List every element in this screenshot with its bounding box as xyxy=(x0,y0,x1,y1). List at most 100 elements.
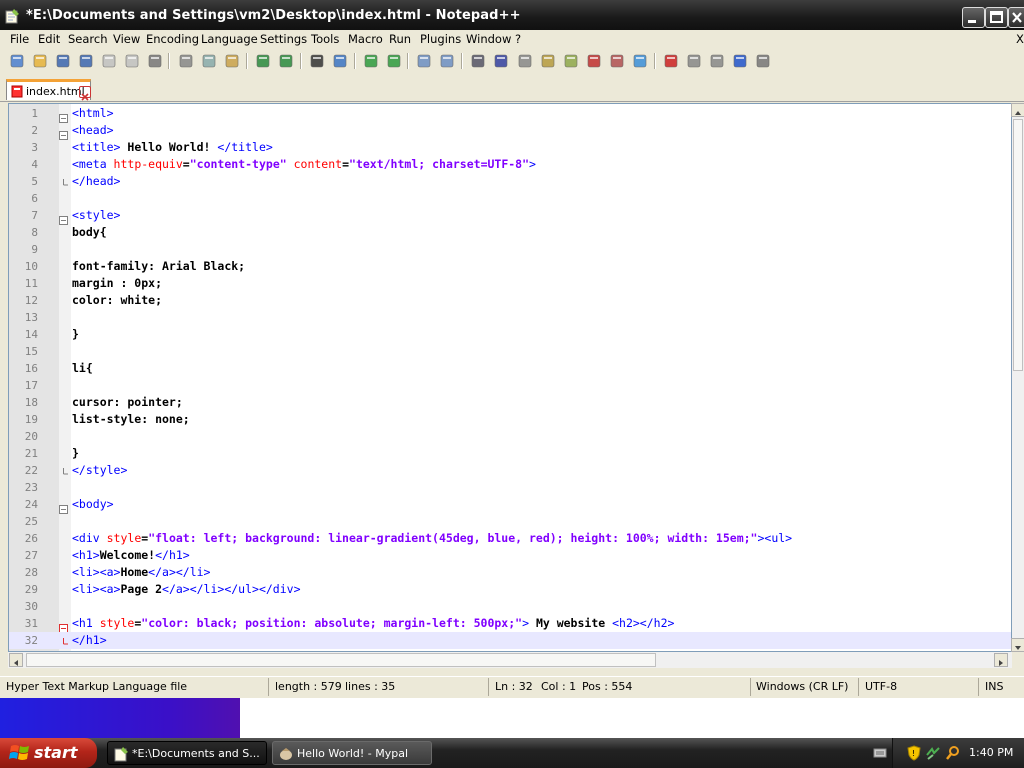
code-line[interactable]: 31 <h1 style="color: black; position: abs… xyxy=(9,615,1011,633)
code-line[interactable]: 25 xyxy=(9,513,1011,530)
maximize-button[interactable] xyxy=(985,7,1008,28)
code-line[interactable]: 16 li{ xyxy=(9,360,1011,377)
menu-file[interactable]: File xyxy=(10,32,29,46)
tab-index-html[interactable]: index.html xyxy=(6,79,91,101)
paste-icon[interactable] xyxy=(223,52,241,70)
stop-record-icon[interactable] xyxy=(685,52,703,70)
open-file-icon[interactable] xyxy=(31,52,49,70)
menu-close-document[interactable]: X xyxy=(1016,32,1024,46)
code-line[interactable]: 29 <li><a>Page 2</a></li></ul></div> xyxy=(9,581,1011,598)
indent-guide-icon[interactable] xyxy=(516,52,534,70)
code-line[interactable]: 26 <div style="float: left; background: l… xyxy=(9,530,1011,547)
code-line[interactable]: 12 color: white; xyxy=(9,292,1011,309)
keyboard-icon[interactable] xyxy=(873,747,887,759)
horizontal-scrollbar[interactable] xyxy=(8,652,1012,668)
menu-help[interactable]: ? xyxy=(515,32,521,46)
menu-encoding[interactable]: Encoding xyxy=(146,32,199,46)
title-bar[interactable]: *E:\Documents and Settings\vm2\Desktop\i… xyxy=(0,0,1024,32)
zoom-out-icon[interactable] xyxy=(385,52,403,70)
code-line[interactable]: 6 xyxy=(9,190,1011,207)
network-icon[interactable] xyxy=(925,745,941,761)
code-line[interactable]: 4 <meta http-equiv="content-type" content… xyxy=(9,156,1011,173)
menu-search[interactable]: Search xyxy=(68,32,108,46)
code-line[interactable]: 19 list-style: none; xyxy=(9,411,1011,428)
copy-icon[interactable] xyxy=(200,52,218,70)
code-line[interactable]: 28 <li><a>Home</a></li> xyxy=(9,564,1011,581)
code-line[interactable]: 3 <title> Hello World! </title> xyxy=(9,139,1011,156)
code-line[interactable]: 30 xyxy=(9,598,1011,615)
save-all-icon[interactable] xyxy=(77,52,95,70)
sync-v-icon[interactable] xyxy=(415,52,433,70)
minimize-button[interactable] xyxy=(962,7,985,28)
code-line[interactable]: 22 </style> xyxy=(9,462,1011,479)
code-line[interactable]: 24 <body> xyxy=(9,496,1011,514)
save-macro-icon[interactable] xyxy=(754,52,772,70)
find-icon[interactable] xyxy=(308,52,326,70)
vertical-scrollbar[interactable] xyxy=(1011,103,1024,652)
print-icon[interactable] xyxy=(146,52,164,70)
fold-toggle-icon[interactable] xyxy=(59,108,68,123)
function-list-icon[interactable] xyxy=(585,52,603,70)
code-line[interactable]: 27 <h1>Welcome!</h1> xyxy=(9,547,1011,564)
monitoring-icon[interactable] xyxy=(631,52,649,70)
close-window-button[interactable] xyxy=(1008,7,1024,28)
code-line[interactable]: 9 xyxy=(9,241,1011,258)
scroll-left-icon[interactable] xyxy=(9,653,23,667)
close-icon[interactable] xyxy=(100,52,118,70)
code-line[interactable]: 18 cursor: pointer; xyxy=(9,394,1011,411)
word-wrap-icon[interactable] xyxy=(469,52,487,70)
code-line[interactable]: 11 margin : 0px; xyxy=(9,275,1011,292)
menu-tools[interactable]: Tools xyxy=(311,32,339,46)
menu-settings[interactable]: Settings xyxy=(260,32,307,46)
code-line[interactable]: 10 font-family: Arial Black; xyxy=(9,258,1011,275)
new-file-icon[interactable] xyxy=(8,52,26,70)
scroll-right-icon[interactable] xyxy=(994,653,1008,667)
run-macro-multiple-icon[interactable] xyxy=(731,52,749,70)
save-icon[interactable] xyxy=(54,52,72,70)
menu-language[interactable]: Language xyxy=(201,32,258,46)
code-line[interactable]: 2 <head> xyxy=(9,122,1011,140)
code-line[interactable]: 14} xyxy=(9,326,1011,343)
fold-toggle-icon[interactable] xyxy=(59,618,68,633)
menu-run[interactable]: Run xyxy=(389,32,411,46)
search-icon[interactable] xyxy=(945,745,961,761)
code-line[interactable]: 20 xyxy=(9,428,1011,445)
undo-icon[interactable] xyxy=(254,52,272,70)
fold-toggle-icon[interactable] xyxy=(59,125,68,140)
horizontal-scroll-thumb[interactable] xyxy=(26,653,656,667)
code-line[interactable]: 8 body{ xyxy=(9,224,1011,241)
menu-macro[interactable]: Macro xyxy=(348,32,383,46)
tab-close-icon[interactable] xyxy=(79,86,91,101)
close-all-icon[interactable] xyxy=(123,52,141,70)
taskbar-item-mypal[interactable]: Hello World! - Mypal xyxy=(272,741,432,765)
taskbar-item-notepadpp[interactable]: *E:\Documents and S... xyxy=(107,741,267,765)
folder-workspace-icon[interactable] xyxy=(608,52,626,70)
code-line[interactable]: 13 xyxy=(9,309,1011,326)
menu-plugins[interactable]: Plugins xyxy=(420,32,461,46)
vertical-scroll-thumb[interactable] xyxy=(1013,119,1023,371)
code-line[interactable]: 1 <html> xyxy=(9,105,1011,123)
code-editor[interactable]: 1 <html> 2 <head> 3 <title> Hello World! </ti… xyxy=(8,103,1012,652)
show-all-chars-icon[interactable] xyxy=(492,52,510,70)
user-lang-icon[interactable] xyxy=(539,52,557,70)
cut-icon[interactable] xyxy=(177,52,195,70)
scroll-down-icon[interactable] xyxy=(1011,638,1024,652)
code-line[interactable]: 23 xyxy=(9,479,1011,496)
menu-edit[interactable]: Edit xyxy=(38,32,60,46)
zoom-in-icon[interactable] xyxy=(362,52,380,70)
code-line[interactable]: 7 <style> xyxy=(9,207,1011,225)
redo-icon[interactable] xyxy=(277,52,295,70)
fold-toggle-icon[interactable] xyxy=(59,210,68,225)
replace-icon[interactable] xyxy=(331,52,349,70)
code-line[interactable]: 17 xyxy=(9,377,1011,394)
code-line[interactable]: 15 xyxy=(9,343,1011,360)
security-shield-icon[interactable]: ! xyxy=(907,745,921,761)
fold-toggle-icon[interactable] xyxy=(59,499,68,514)
scroll-up-icon[interactable] xyxy=(1011,103,1024,117)
sync-h-icon[interactable] xyxy=(438,52,456,70)
code-line[interactable]: 21} xyxy=(9,445,1011,462)
code-line[interactable]: 5 </head> xyxy=(9,173,1011,190)
doc-map-icon[interactable] xyxy=(562,52,580,70)
start-button[interactable]: start xyxy=(0,738,97,768)
menu-view[interactable]: View xyxy=(113,32,140,46)
